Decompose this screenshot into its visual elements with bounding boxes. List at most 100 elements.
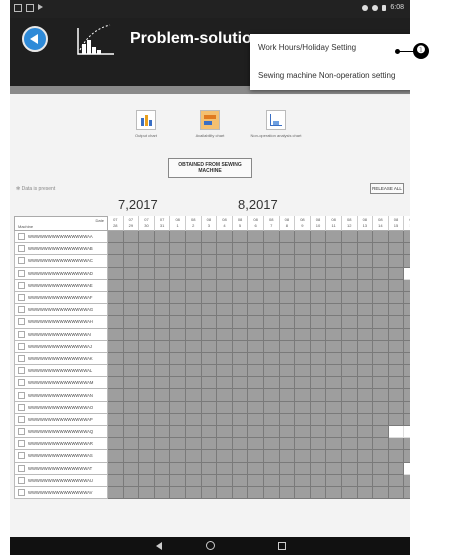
calendar-cell[interactable] bbox=[341, 401, 358, 414]
calendar-cell[interactable] bbox=[326, 304, 342, 317]
calendar-cell[interactable] bbox=[232, 462, 249, 475]
calendar-cell[interactable] bbox=[139, 243, 155, 256]
machine-row-label[interactable]: WWWWWWWWWWWWWWWAR bbox=[14, 438, 108, 451]
calendar-cell[interactable] bbox=[108, 438, 124, 451]
calendar-cell[interactable] bbox=[139, 474, 155, 487]
calendar-cell[interactable] bbox=[279, 401, 296, 414]
calendar-cell[interactable] bbox=[373, 340, 389, 353]
calendar-cell[interactable] bbox=[341, 255, 358, 268]
calendar-cell[interactable] bbox=[357, 450, 374, 463]
calendar-cell[interactable] bbox=[108, 279, 124, 292]
calendar-cell[interactable] bbox=[388, 377, 405, 390]
calendar-cell[interactable] bbox=[279, 231, 296, 244]
calendar-cell[interactable] bbox=[373, 291, 389, 305]
calendar-cell[interactable] bbox=[201, 340, 218, 353]
calendar-cell[interactable] bbox=[373, 279, 389, 292]
calendar-cell[interactable] bbox=[185, 426, 202, 439]
calendar-cell[interactable] bbox=[263, 231, 280, 244]
row-checkbox[interactable] bbox=[18, 367, 25, 375]
calendar-cell[interactable] bbox=[341, 328, 358, 341]
calendar-cell[interactable] bbox=[108, 474, 124, 487]
calendar-cell[interactable] bbox=[139, 413, 155, 426]
calendar-cell[interactable] bbox=[279, 316, 296, 329]
calendar-cell[interactable] bbox=[108, 243, 124, 256]
calendar-cell[interactable] bbox=[295, 304, 311, 317]
calendar-cell[interactable] bbox=[108, 377, 124, 390]
calendar-cell[interactable] bbox=[123, 462, 140, 475]
calendar-cell[interactable] bbox=[341, 450, 358, 463]
calendar-cell[interactable] bbox=[154, 474, 171, 487]
row-checkbox[interactable] bbox=[18, 306, 25, 314]
calendar-cell[interactable] bbox=[185, 438, 202, 451]
row-checkbox[interactable] bbox=[18, 318, 25, 326]
calendar-cell[interactable] bbox=[388, 255, 405, 268]
calendar-cell[interactable] bbox=[248, 426, 264, 439]
calendar-cell[interactable] bbox=[404, 450, 410, 463]
output-chart-button[interactable]: Output chart bbox=[116, 110, 176, 138]
row-checkbox[interactable] bbox=[18, 452, 25, 460]
calendar-cell[interactable] bbox=[263, 279, 280, 292]
calendar-cell[interactable] bbox=[185, 474, 202, 487]
calendar-cell[interactable] bbox=[139, 377, 155, 390]
calendar-cell[interactable] bbox=[154, 413, 171, 426]
calendar-cell[interactable] bbox=[185, 413, 202, 426]
calendar-cell[interactable] bbox=[388, 413, 405, 426]
calendar-cell[interactable] bbox=[123, 316, 140, 329]
machine-row-label[interactable]: WWWWWWWWWWWWWWWAU bbox=[14, 474, 108, 487]
machine-row-label[interactable]: WWWWWWWWWWWWWWWAB bbox=[14, 243, 108, 256]
row-checkbox[interactable] bbox=[18, 440, 25, 448]
calendar-cell[interactable] bbox=[357, 231, 374, 244]
calendar-cell[interactable] bbox=[263, 377, 280, 390]
calendar-cell[interactable] bbox=[404, 340, 410, 353]
calendar-cell[interactable] bbox=[170, 340, 186, 353]
calendar-cell[interactable] bbox=[279, 462, 296, 475]
calendar-cell[interactable] bbox=[326, 267, 342, 280]
calendar-cell[interactable] bbox=[108, 462, 124, 475]
calendar-cell[interactable] bbox=[357, 267, 374, 280]
calendar-cell[interactable] bbox=[232, 438, 249, 451]
calendar-cell[interactable] bbox=[341, 267, 358, 280]
calendar-cell[interactable] bbox=[263, 462, 280, 475]
calendar-cell[interactable] bbox=[108, 340, 124, 353]
calendar-cell[interactable] bbox=[123, 377, 140, 390]
calendar-cell[interactable] bbox=[108, 426, 124, 439]
calendar-cell[interactable] bbox=[295, 486, 311, 500]
calendar-cell[interactable] bbox=[310, 401, 327, 414]
machine-row-label[interactable]: WWWWWWWWWWWWWWWAT bbox=[14, 462, 108, 475]
calendar-cell[interactable] bbox=[170, 450, 186, 463]
calendar-cell[interactable] bbox=[139, 279, 155, 292]
calendar-cell[interactable] bbox=[248, 401, 264, 414]
calendar-cell[interactable] bbox=[232, 291, 249, 305]
calendar-cell[interactable] bbox=[279, 377, 296, 390]
calendar-cell[interactable] bbox=[217, 462, 233, 475]
calendar-cell[interactable] bbox=[185, 255, 202, 268]
calendar-cell[interactable] bbox=[341, 291, 358, 305]
calendar-cell[interactable] bbox=[357, 255, 374, 268]
row-checkbox[interactable] bbox=[18, 428, 25, 436]
calendar-cell[interactable] bbox=[201, 389, 218, 402]
calendar-cell[interactable] bbox=[170, 255, 186, 268]
calendar-cell[interactable] bbox=[248, 377, 264, 390]
calendar-cell[interactable] bbox=[310, 255, 327, 268]
calendar-cell[interactable] bbox=[217, 486, 233, 500]
calendar-cell[interactable] bbox=[310, 328, 327, 341]
calendar-cell[interactable] bbox=[123, 279, 140, 292]
calendar-cell[interactable] bbox=[373, 231, 389, 244]
calendar-cell[interactable] bbox=[201, 462, 218, 475]
calendar-cell[interactable] bbox=[357, 426, 374, 439]
calendar-cell[interactable] bbox=[388, 243, 405, 256]
calendar-cell[interactable] bbox=[123, 328, 140, 341]
calendar-cell[interactable] bbox=[279, 450, 296, 463]
calendar-cell[interactable] bbox=[326, 377, 342, 390]
calendar-cell[interactable] bbox=[310, 426, 327, 439]
calendar-cell[interactable] bbox=[373, 462, 389, 475]
calendar-cell[interactable] bbox=[217, 438, 233, 451]
calendar-cell[interactable] bbox=[357, 352, 374, 366]
calendar-cell[interactable] bbox=[404, 486, 410, 500]
row-checkbox[interactable] bbox=[18, 269, 25, 277]
calendar-cell[interactable] bbox=[341, 304, 358, 317]
machine-row-label[interactable]: WWWWWWWWWWWWWWWAG bbox=[14, 304, 108, 317]
calendar-cell[interactable] bbox=[139, 316, 155, 329]
calendar-cell[interactable] bbox=[357, 243, 374, 256]
machine-row-label[interactable]: WWWWWWWWWWWWWWWAS bbox=[14, 450, 108, 463]
